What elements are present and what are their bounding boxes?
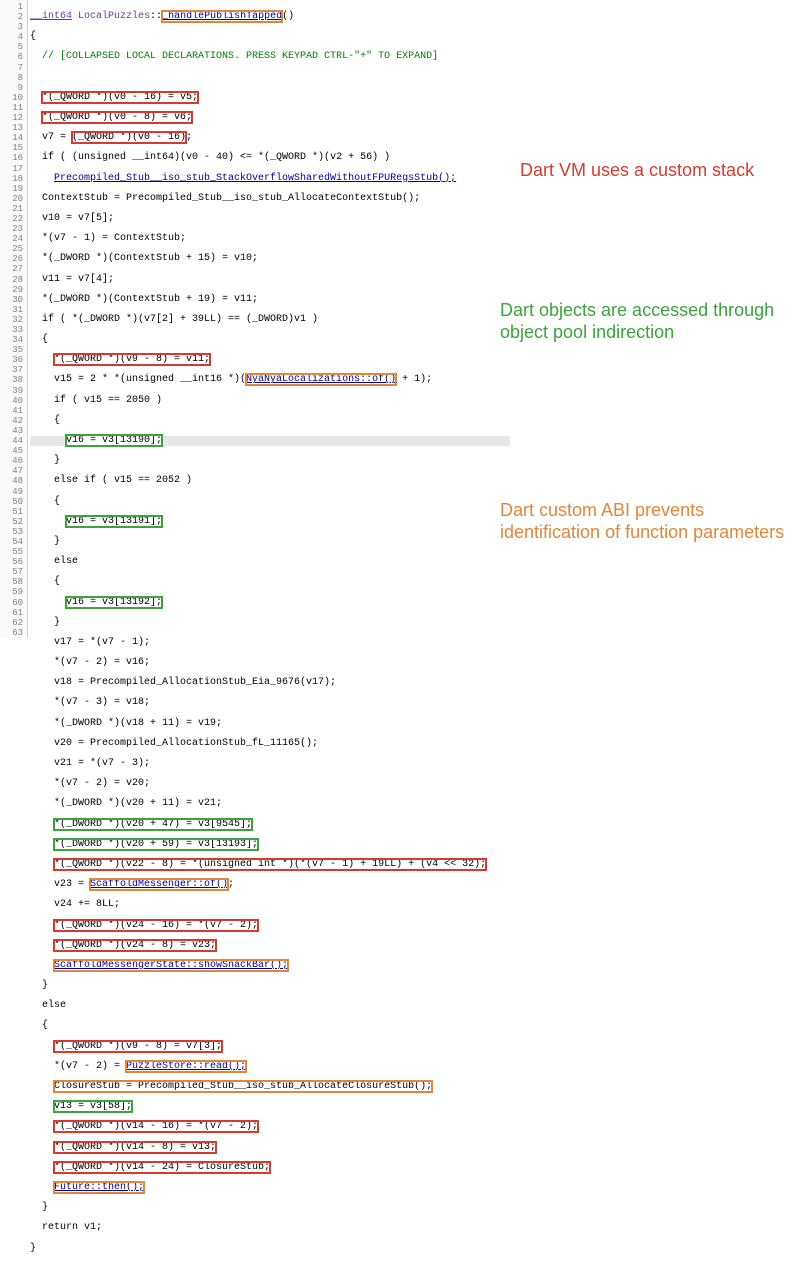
annotation-abi: Dart custom ABI prevents identification … <box>500 500 790 543</box>
annotation-stack: Dart VM uses a custom stack <box>520 160 780 182</box>
class-name: LocalPuzzles <box>78 11 150 22</box>
return-type: __int64 <box>30 11 72 22</box>
annotation-pool: Dart objects are accessed through object… <box>500 300 790 343</box>
function-name: _handlePublishTapped <box>162 11 282 22</box>
highlighted-line: v16 = v3[13190]; <box>30 436 510 446</box>
code-viewer: __int64 LocalPuzzles::_handlePublishTapp… <box>30 0 510 1264</box>
fold-comment: // [COLLAPSED LOCAL DECLARATIONS. PRESS … <box>42 51 438 62</box>
line-number-gutter: 1234567891011121314151617181920212223242… <box>0 0 28 638</box>
